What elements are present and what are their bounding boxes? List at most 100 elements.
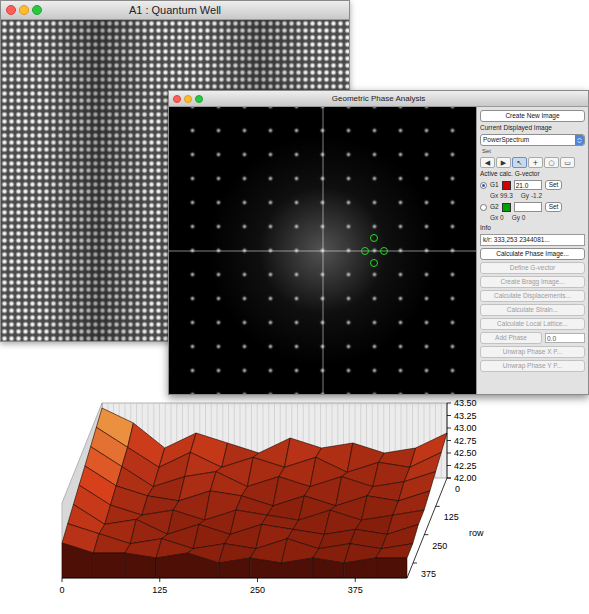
window-title: Geometric Phase Analysis [203,94,584,104]
tick [447,478,451,479]
surface-plot: 43.5043.2543.0042.7542.5042.2542.0001252… [0,390,589,614]
gy-value: Gy -1.2 [521,192,542,200]
action-button[interactable]: Calculate Displacements... [480,290,585,302]
gvector-section-label: Active calc. G-vector [480,170,585,178]
gvector-radio[interactable] [480,204,487,211]
action-button[interactable]: Unwrap Phase Y P... [480,360,585,372]
tick [159,578,160,582]
gvector-label: G2 [490,203,499,211]
marker-icon[interactable] [371,235,378,242]
row-tick-label: 0 [455,484,460,494]
tick [447,428,451,429]
add-phase-row: Add Phase [480,332,585,344]
gvector-input[interactable] [514,180,542,190]
gvector-coordinates: Gx 99.3 Gy -1.2 [480,192,585,200]
gvector-color-swatch[interactable] [502,203,511,212]
gy-value: Gy 0 [512,214,526,222]
close-icon[interactable] [173,95,181,103]
tick [436,506,440,507]
gvector-row: G2 Set [480,202,585,212]
tick [447,453,451,454]
window-title: A1 : Quantum Well [42,4,344,17]
tool-icon: ↖ [517,159,523,167]
power-spectrum[interactable] [169,107,476,394]
gvector-row: G1Set [480,180,585,190]
set-button[interactable]: Set [545,202,563,212]
window-controls [173,95,203,103]
control-panel: Create New Image Current Displayed Image P… [476,107,588,394]
displayed-image-label: Current Displayed Image [480,124,585,132]
tool-button[interactable]: ○ [544,157,559,168]
action-button[interactable]: Calculate Local Lattice... [480,318,585,330]
close-icon[interactable] [6,5,16,15]
z-tick-label: 43.25 [454,411,477,421]
tick [413,563,417,564]
surface-side [219,558,250,578]
gx-value: Gx 0 [490,214,504,222]
marker-icon[interactable] [371,260,378,267]
g-vector-markers[interactable] [355,231,395,271]
window-controls [6,5,42,15]
minimize-icon[interactable] [184,95,192,103]
z-tick-label: 42.75 [454,436,477,446]
action-button[interactable]: Create Bragg Image... [480,276,585,288]
tool-button[interactable]: ▭ [560,157,575,168]
tool-button[interactable]: ↖ [512,157,527,168]
column-tick-label: 0 [59,585,64,595]
gx-value: Gx 99.3 [490,192,513,200]
title-bar[interactable]: Geometric Phase Analysis [169,91,588,107]
spectrum-streak [322,107,324,394]
tool-button[interactable]: ◀ [480,157,495,168]
tool-icon: ▶ [501,159,506,167]
zoom-icon[interactable] [32,5,42,15]
tool-icon: ▭ [564,159,571,167]
gvector-input[interactable] [514,202,542,212]
surface-side [188,553,219,578]
action-button[interactable]: Calculate Strain... [480,304,585,316]
surface-side [313,558,344,578]
gvector-color-swatch[interactable] [502,181,511,190]
surface-cell [393,491,430,515]
z-tick-label: 42.00 [454,473,477,483]
dropdown-arrow-icon[interactable] [575,135,584,145]
action-button[interactable]: Calculate Phase Image... [480,248,585,260]
dropdown-value: PowerSpectrum [481,135,575,145]
tool-icon: ◀ [485,159,490,167]
gvector-coordinates: Gx 0 Gy 0 [480,214,585,222]
marker-icon[interactable] [362,248,369,255]
surface-cell [376,544,413,558]
column-tick-label: 375 [348,585,363,595]
action-button[interactable]: Unwrap Phase X P... [480,346,585,358]
tool-button[interactable]: + [528,157,543,168]
minimize-icon[interactable] [19,5,29,15]
tool-label: Set [480,148,585,155]
z-tick-label: 43.50 [454,398,477,408]
add-phase-button[interactable]: Add Phase [480,332,542,344]
marker-icon[interactable] [381,248,388,255]
tick [447,478,451,479]
phase-input[interactable] [545,333,585,343]
surface-side [344,558,375,578]
gpa-window[interactable]: Geometric Phase Analysis Create New Image… [168,90,589,395]
radio-dot [482,184,485,187]
set-button[interactable]: Set [545,180,563,190]
tool-icon: + [533,159,539,167]
tick [257,578,258,582]
info-field: k/r: 333,253 2344081... [480,234,585,246]
tool-icon: ○ [548,159,554,167]
action-button[interactable]: Define G-vector [480,262,585,274]
tick [424,534,428,535]
zoom-icon[interactable] [195,95,203,103]
surface-side [93,553,124,578]
row-axis-title: row [469,528,484,538]
row-tick-label: 125 [444,512,459,522]
gvector-radio[interactable] [480,182,487,189]
surface-side [282,558,313,578]
create-image-button[interactable]: Create New Image [480,110,585,122]
title-bar[interactable]: A1 : Quantum Well [1,1,349,20]
tool-button[interactable]: ▶ [496,157,511,168]
surface-side [62,543,93,578]
window-body: Create New Image Current Displayed Image P… [169,107,588,394]
displayed-image-dropdown[interactable]: PowerSpectrum [480,134,585,146]
tick [447,415,451,416]
